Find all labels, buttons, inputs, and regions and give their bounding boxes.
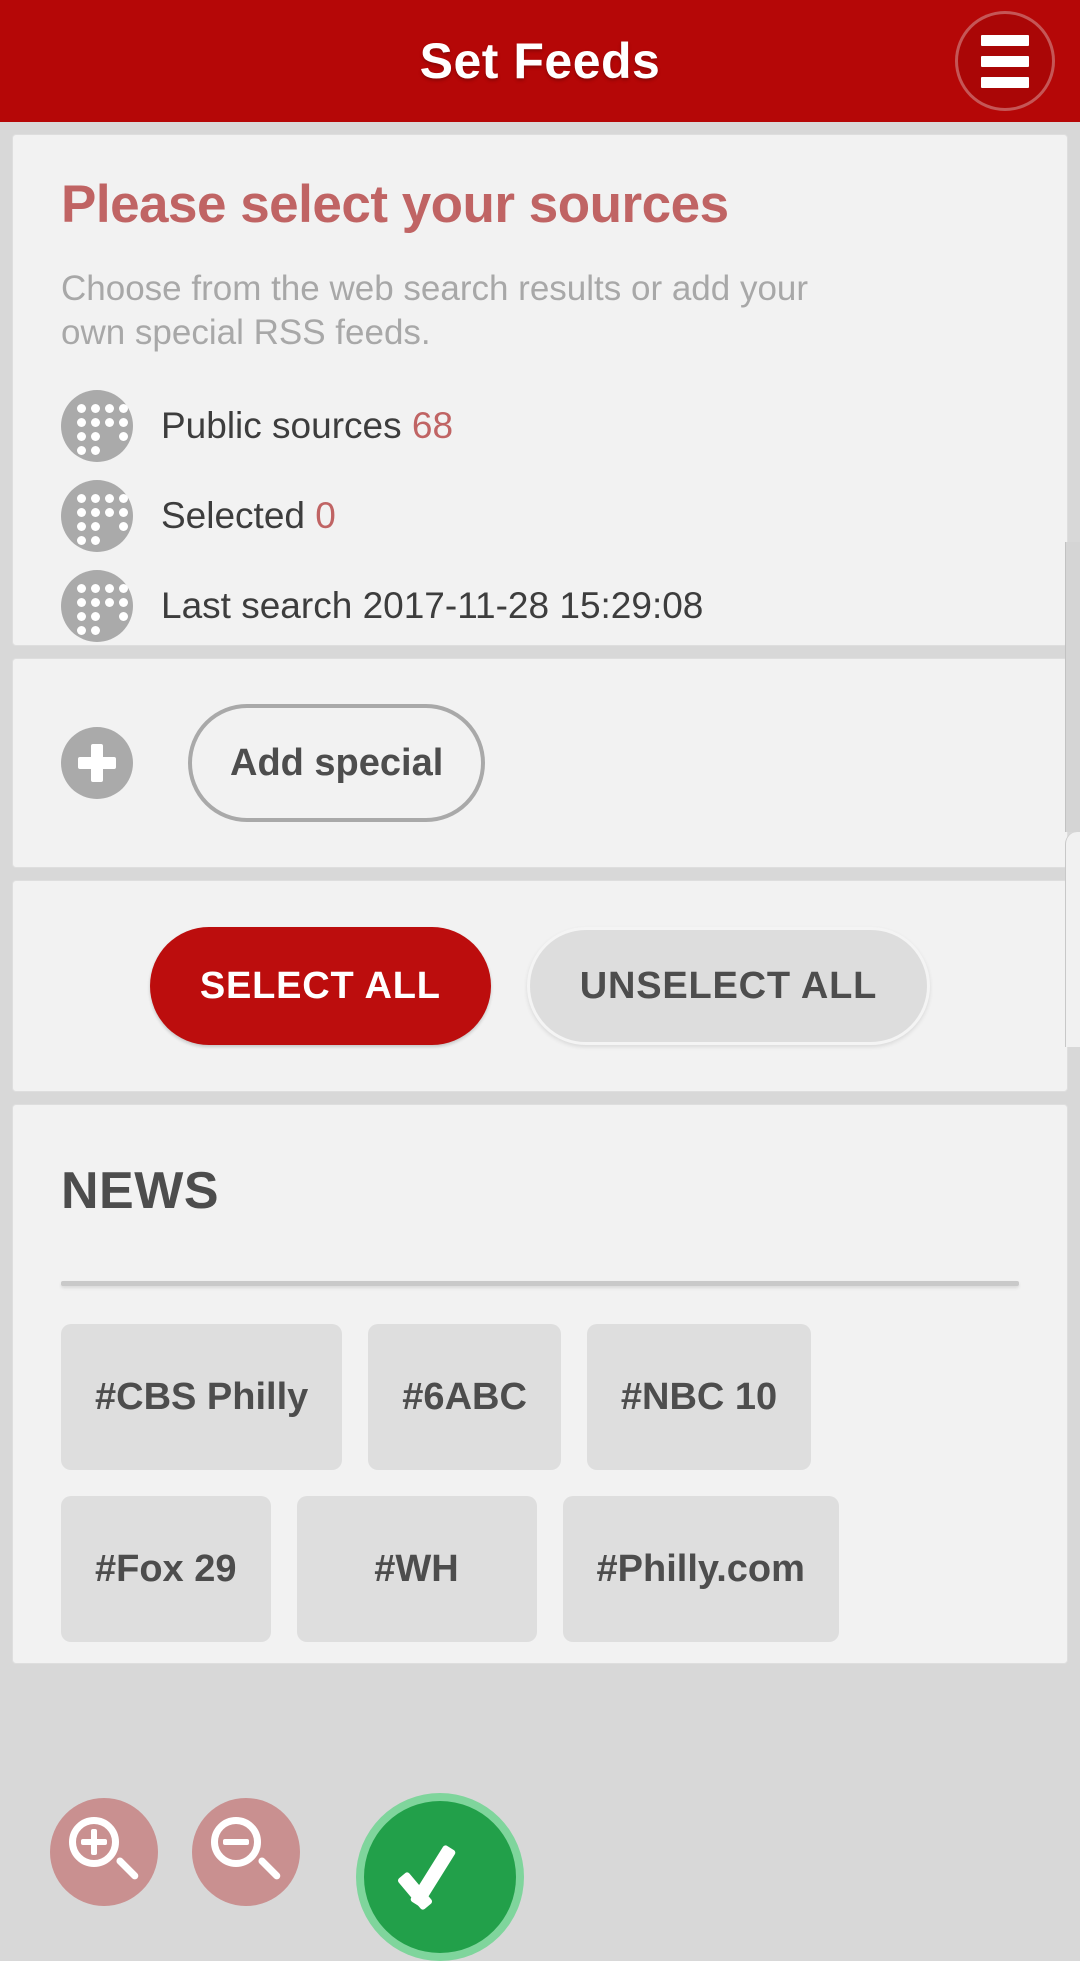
menu-bar-3 — [981, 76, 1029, 88]
add-special-button[interactable]: Add special — [188, 704, 486, 822]
section-divider — [61, 1281, 1019, 1286]
magnifier-minus-icon[interactable] — [192, 1798, 300, 1906]
info-row-selected: Selected 0 — [61, 480, 1019, 553]
scrollbar-track[interactable] — [1065, 832, 1080, 1047]
magnifier-handle — [257, 1856, 282, 1881]
select-all-label: SELECT ALL — [199, 964, 441, 1007]
feed-chip-label: #WH — [374, 1547, 459, 1590]
unselect-all-button[interactable]: UNSELECT ALL — [526, 927, 931, 1045]
info-label-text: Public sources — [161, 405, 402, 447]
last-search-timestamp: 2017-11-28 15:29:08 — [362, 585, 704, 627]
content-scroll-area[interactable]: Please select your sources Choose from t… — [0, 134, 1080, 1932]
feed-chip[interactable]: #Fox 29 — [61, 1496, 271, 1642]
select-all-button[interactable]: SELECT ALL — [149, 927, 491, 1045]
plus-vertical-bar — [91, 1829, 97, 1855]
info-label-text: Selected — [161, 495, 305, 537]
magnifier-shape — [67, 1815, 141, 1889]
minus-horizontal-bar — [223, 1839, 249, 1845]
add-special-label: Add special — [230, 741, 444, 784]
dot-grid-icon — [61, 570, 133, 643]
info-row-public-sources: Public sources 68 — [61, 390, 1019, 463]
feed-chip[interactable]: #Philly.com — [562, 1496, 839, 1642]
feed-chip-label: #CBS Philly — [95, 1375, 309, 1418]
dot-grid-icon — [61, 390, 133, 463]
news-section-title: NEWS — [61, 1162, 219, 1220]
news-category-card: NEWS #CBS Philly #6ABC #NBC 10 #Fox 29 #… — [12, 1104, 1068, 1664]
news-chip-row-1: #CBS Philly #6ABC #NBC 10 — [61, 1324, 1019, 1470]
feed-chip[interactable]: #CBS Philly — [61, 1324, 343, 1470]
dot-grid-icon — [61, 480, 133, 553]
feed-chip[interactable]: #WH — [296, 1496, 537, 1642]
add-special-card: Add special — [12, 658, 1068, 868]
app-header: Set Feeds — [0, 0, 1080, 122]
sources-summary-card: Please select your sources Choose from t… — [12, 134, 1068, 646]
plus-icon[interactable] — [61, 727, 133, 799]
news-chip-row-2: #Fox 29 #WH #Philly.com — [61, 1496, 1019, 1642]
feed-chip-label: #6ABC — [402, 1375, 527, 1418]
public-sources-count: 68 — [411, 405, 454, 447]
info-label-selected: Selected 0 — [161, 495, 336, 537]
intro-subtitle: Choose from the web search results or ad… — [61, 268, 809, 353]
intro-heading: Please select your sources — [61, 175, 729, 234]
info-label-text: Last search — [161, 585, 353, 627]
feed-chip-label: #NBC 10 — [620, 1375, 778, 1418]
page-title: Set Feeds — [419, 33, 661, 89]
magnifier-plus-icon[interactable] — [50, 1798, 158, 1906]
info-row-last-search: Last search 2017-11-28 15:29:08 — [61, 570, 1019, 643]
confirm-fab-button[interactable] — [356, 1793, 524, 1961]
selected-count: 0 — [315, 495, 336, 537]
scrollbar-thumb[interactable] — [1065, 542, 1080, 832]
feed-chip-label: #Fox 29 — [95, 1547, 237, 1590]
feed-chip-label: #Philly.com — [596, 1547, 805, 1590]
info-label-last-search: Last search 2017-11-28 15:29:08 — [161, 585, 703, 627]
feed-chip[interactable]: #NBC 10 — [586, 1324, 812, 1470]
hamburger-menu-icon[interactable] — [955, 11, 1055, 111]
info-label-public-sources: Public sources 68 — [161, 405, 453, 447]
bulk-actions-card: SELECT ALL UNSELECT ALL — [12, 880, 1068, 1092]
magnifier-handle — [115, 1856, 140, 1881]
menu-bar-1 — [981, 34, 1029, 46]
checkmark-icon — [400, 1837, 480, 1917]
unselect-all-label: UNSELECT ALL — [579, 964, 878, 1007]
menu-bar-2 — [981, 55, 1029, 67]
feed-chip[interactable]: #6ABC — [368, 1324, 561, 1470]
magnifier-shape — [209, 1815, 283, 1889]
